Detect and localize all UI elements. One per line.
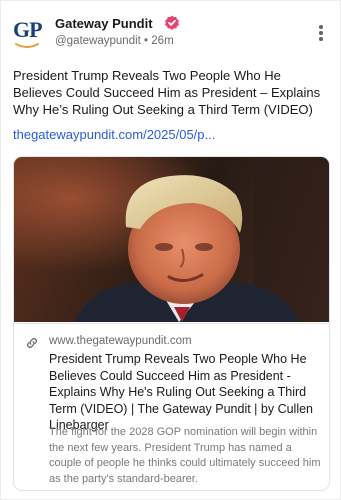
account-handle[interactable]: @gatewaypundit: [55, 35, 141, 47]
link-preview-card[interactable]: www.thegatewaypundit.com President Trump…: [13, 156, 330, 491]
swoosh-icon: [15, 43, 39, 48]
post-card[interactable]: GP Gateway Pundit @gatewaypundit • 26m P…: [0, 0, 341, 500]
preview-domain: www.thegatewaypundit.com: [49, 335, 192, 347]
preview-photo: [14, 157, 329, 322]
more-options-icon[interactable]: [314, 25, 328, 43]
preview-image[interactable]: [14, 157, 329, 322]
post-link[interactable]: thegatewaypundit.com/2025/05/p...: [13, 127, 330, 142]
post-text: President Trump Reveals Two People Who H…: [13, 68, 321, 117]
link-icon: [27, 338, 37, 348]
verified-badge-icon: [165, 15, 179, 30]
preview-info: www.thegatewaypundit.com President Trump…: [14, 323, 329, 490]
preview-title[interactable]: President Trump Reveals Two People Who H…: [49, 351, 321, 434]
avatar[interactable]: GP: [13, 17, 43, 49]
preview-description: The fight for the 2028 GOP nomination wi…: [49, 426, 321, 485]
avatar-logo-text: GP: [13, 17, 43, 42]
post-time: 26m: [151, 35, 174, 47]
handle-row: @gatewaypundit • 26m: [55, 35, 174, 47]
account-name[interactable]: Gateway Pundit: [55, 16, 153, 31]
meta-separator: •: [144, 35, 149, 47]
post-header: GP Gateway Pundit @gatewaypundit • 26m: [13, 15, 330, 53]
